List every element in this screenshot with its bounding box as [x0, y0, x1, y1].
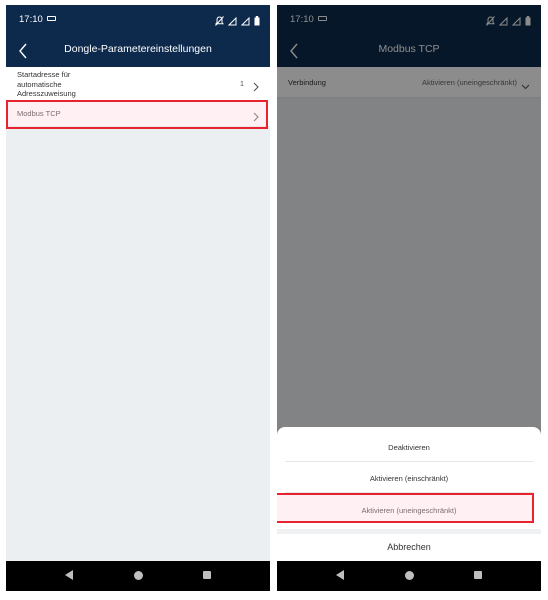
right-screen: 17:10 Modbus TCP Verbindung Aktivieren (… [277, 5, 541, 591]
notification-icon [47, 16, 56, 21]
option-activate-unrestricted[interactable]: Aktivieren (uneingeschränkt) [277, 506, 541, 515]
system-nav-bar [6, 561, 270, 591]
modbus-tcp-label: Modbus TCP [17, 109, 61, 118]
option-activate-restricted[interactable]: Aktivieren (einschränkt) [277, 474, 541, 483]
divider [285, 492, 533, 493]
nav-back-icon[interactable] [336, 570, 344, 580]
mute-icon [214, 13, 225, 31]
start-address-label: Startadresse für automatische Adresszuwe… [17, 70, 76, 98]
nav-home-icon[interactable] [405, 571, 414, 580]
nav-back-icon[interactable] [65, 570, 73, 580]
signal-icon [227, 13, 237, 31]
chevron-right-icon [252, 79, 260, 92]
status-time: 17:10 [19, 14, 43, 25]
nav-recents-icon[interactable] [203, 571, 211, 579]
status-bar: 17:10 [6, 5, 270, 33]
page-title: Dongle-Parametereinstellungen [64, 43, 212, 55]
bottom-sheet: Deaktivieren Aktivieren (einschränkt) Ak… [277, 427, 541, 561]
nav-recents-icon[interactable] [474, 571, 482, 579]
divider [277, 529, 541, 534]
start-address-value: 1 [239, 79, 244, 88]
option-deactivate[interactable]: Deaktivieren [277, 443, 541, 452]
signal-icon [240, 13, 250, 31]
left-screen: 17:10 Dongle-Parametereinstellungen Star… [6, 5, 270, 591]
app-bar: Dongle-Parametereinstellungen [6, 33, 270, 67]
list-item-start-address[interactable]: Startadresse für automatische Adresszuwe… [6, 67, 270, 102]
divider [285, 461, 533, 462]
system-nav-bar [277, 561, 541, 591]
list-item-modbus-tcp[interactable]: Modbus TCP [6, 101, 270, 127]
status-icons [214, 13, 260, 31]
nav-home-icon[interactable] [134, 571, 143, 580]
cancel-button[interactable]: Abbrechen [277, 542, 541, 552]
chevron-right-icon [252, 109, 260, 122]
battery-icon [254, 13, 260, 31]
